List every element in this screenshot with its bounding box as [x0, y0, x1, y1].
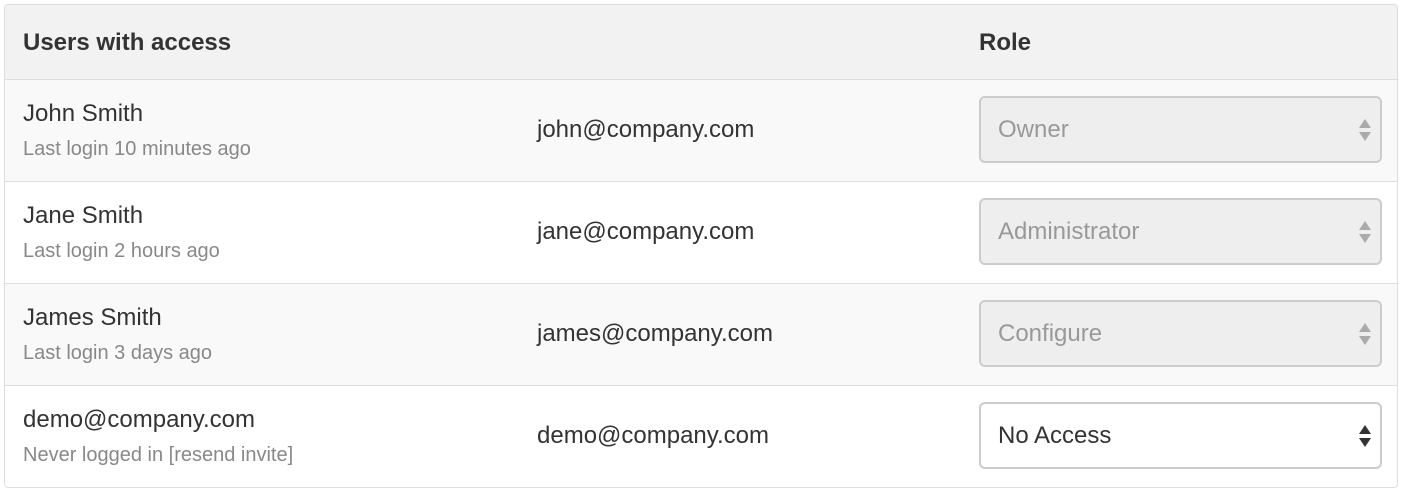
header-role: Role: [979, 29, 1032, 56]
role-select[interactable]: No Access: [979, 402, 1382, 469]
updown-icon: [1359, 119, 1371, 141]
user-name: John Smith: [23, 100, 144, 127]
user-email: demo@company.com: [537, 422, 770, 449]
role-select-value: No Access: [998, 422, 1112, 449]
user-cell: James Smith Last login 3 days ago: [23, 304, 212, 365]
user-name: demo@company.com: [23, 406, 256, 433]
users-access-table: Users with access Role John Smith Last l…: [4, 4, 1398, 488]
updown-icon: [1359, 221, 1371, 243]
user-cell: demo@company.com Never logged in [resend…: [23, 406, 293, 467]
user-cell: John Smith Last login 10 minutes ago: [23, 100, 251, 161]
last-login-text: Last login 3 days ago: [23, 342, 213, 364]
role-select: Configure: [979, 300, 1382, 367]
invite-status-text[interactable]: Never logged in [resend invite]: [23, 443, 293, 467]
table-row: John Smith Last login 10 minutes ago joh…: [5, 80, 1397, 182]
header-users-with-access: Users with access: [23, 29, 232, 56]
user-cell: Jane Smith Last login 2 hours ago: [23, 202, 220, 263]
table-row: demo@company.com Never logged in [resend…: [5, 386, 1397, 487]
role-select-value: Administrator: [998, 218, 1140, 245]
role-select-value: Owner: [998, 116, 1069, 143]
role-select: Administrator: [979, 198, 1382, 265]
table-row: Jane Smith Last login 2 hours ago jane@c…: [5, 182, 1397, 284]
updown-icon: [1359, 425, 1371, 447]
role-select: Owner: [979, 96, 1382, 163]
user-email: james@company.com: [537, 320, 773, 347]
role-select-value: Configure: [998, 320, 1103, 347]
user-name: James Smith: [23, 304, 162, 331]
last-login-text: Last login 2 hours ago: [23, 240, 220, 262]
updown-icon: [1359, 323, 1371, 345]
last-login-text: Last login 10 minutes ago: [23, 138, 251, 160]
table-header: Users with access Role: [5, 5, 1397, 80]
user-name: Jane Smith: [23, 202, 144, 229]
user-email: john@company.com: [537, 116, 755, 143]
user-email: jane@company.com: [537, 218, 755, 245]
table-row: James Smith Last login 3 days ago james@…: [5, 284, 1397, 386]
